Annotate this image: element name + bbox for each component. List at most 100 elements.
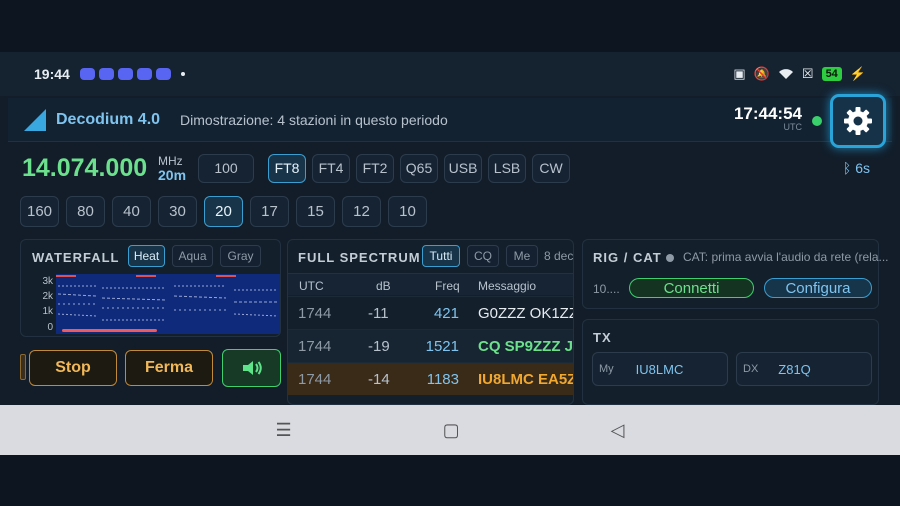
my-call-label: My <box>599 363 614 375</box>
cell-freq: 1183 <box>426 371 459 388</box>
column-message: Messaggio <box>478 279 537 293</box>
cell-utc: 1744 <box>298 305 332 322</box>
port-value[interactable]: 10.... <box>593 282 620 296</box>
gear-icon <box>844 107 872 135</box>
app-screen: 19:44 ▣ 🔕 ☒ 54 ⚡ Decodium 4.0 Dimostrazi… <box>0 0 900 506</box>
discord-icon <box>136 68 152 80</box>
cell-freq: 1521 <box>425 338 459 355</box>
audio-button[interactable] <box>222 349 281 387</box>
frequency-row: 14.074.000 MHz 20m 100 FT8 FT4 FT2 Q65 USB LS… <box>22 150 892 186</box>
home-icon[interactable]: ▢ <box>443 420 460 441</box>
mode-button-ft2[interactable]: FT2 <box>356 153 395 183</box>
band-button-30[interactable]: 30 <box>158 196 197 227</box>
mode-button-q65[interactable]: Q65 <box>400 153 439 183</box>
mode-button-ft4[interactable]: FT4 <box>312 153 351 183</box>
configure-button[interactable]: Configura <box>764 278 872 298</box>
band-indicator: MHz 20m <box>158 154 186 182</box>
palette-heat[interactable]: Heat <box>128 245 165 267</box>
top-black-bar <box>0 0 900 52</box>
waterfall-panel: WATERFALL Heat Aqua Gray 3k 2k 1k 0 <box>20 239 281 337</box>
my-call-value: IU8LMC <box>635 361 684 377</box>
dx-call-value: Z81Q <box>778 361 811 377</box>
stop-button[interactable]: Stop <box>29 350 117 386</box>
axis-label: 1k <box>42 306 53 317</box>
mode-button-cw[interactable]: CW <box>532 153 571 183</box>
palette-selector: Heat Aqua Gray <box>128 245 261 267</box>
band-button-160[interactable]: 160 <box>20 196 59 227</box>
decode-row[interactable]: 1744 -11 421 G0ZZZ OK1ZZ <box>288 296 573 329</box>
app-body: Decodium 4.0 Dimostrazione: 4 stazioni i… <box>0 94 900 405</box>
my-call-field[interactable]: My IU8LMC <box>592 352 728 386</box>
cell-db: -19 <box>368 338 390 355</box>
waterfall-display[interactable] <box>56 274 280 334</box>
band-button-10[interactable]: 10 <box>388 196 427 227</box>
band-label: 20m <box>158 167 187 183</box>
dx-call-label: DX <box>743 363 759 375</box>
utc-clock: 17:44:54 UTC <box>734 104 802 132</box>
decode-row[interactable]: 1744 -14 1183 IU8LMC EA5Z <box>288 362 574 395</box>
table-header: UTC dB Freq Messaggio <box>288 273 573 295</box>
cell-freq: 421 <box>433 305 459 322</box>
power-field[interactable]: 100 <box>198 153 255 183</box>
clock-time: 17:44:54 <box>733 104 802 123</box>
more-notifications-icon <box>180 72 185 76</box>
frequency-display[interactable]: 14.074.000 <box>22 154 152 183</box>
discord-icon <box>98 68 114 80</box>
axis-label: 3k <box>42 276 53 287</box>
back-icon[interactable]: ◁ <box>611 420 625 441</box>
band-button-12[interactable]: 12 <box>342 196 381 227</box>
sim-icon: ☒ <box>801 66 814 81</box>
status-time: 19:44 <box>34 66 70 82</box>
cell-msg: CQ SP9ZZZ J <box>478 338 574 355</box>
palette-gray[interactable]: Gray <box>220 245 261 267</box>
band-selector: 160 80 40 30 20 17 15 12 10 <box>20 196 427 227</box>
speaker-icon <box>242 361 262 375</box>
cell-utc: 1744 <box>298 338 332 355</box>
decode-row[interactable]: 1744 -19 1521 CQ SP9ZZZ J <box>288 329 574 362</box>
filter-tutti[interactable]: Tutti <box>422 245 460 267</box>
cell-utc: 1744 <box>298 371 332 388</box>
spectrum-title: FULL SPECTRUM <box>298 250 421 265</box>
cat-status-dot <box>666 254 674 262</box>
band-button-15[interactable]: 15 <box>296 196 335 227</box>
battery-level: 54 <box>821 67 842 81</box>
cell-db: -11 <box>368 305 389 322</box>
band-button-17[interactable]: 17 <box>250 196 289 227</box>
filter-me[interactable]: Me <box>506 245 538 267</box>
clock-zone: UTC <box>783 122 803 132</box>
cat-status-text: CAT: prima avvia l'audio da rete (rela..… <box>683 250 889 264</box>
android-status-bar: 19:44 ▣ 🔕 ☒ 54 ⚡ <box>0 52 900 96</box>
band-button-80[interactable]: 80 <box>66 196 105 227</box>
menu-icon[interactable]: ☰ <box>276 420 292 441</box>
discord-icon <box>79 68 95 80</box>
mode-button-lsb[interactable]: LSB <box>488 153 527 183</box>
connect-button[interactable]: Connetti <box>629 278 754 298</box>
cell-msg: IU8LMC EA5Z <box>478 371 574 388</box>
app-logo-icon <box>24 108 46 131</box>
mode-selector: FT8 FT4 FT2 Q65 USB LSB CW <box>268 153 571 183</box>
mode-button-usb[interactable]: USB <box>444 153 483 183</box>
tx-title: TX <box>593 330 612 345</box>
filter-cq[interactable]: CQ <box>467 245 499 267</box>
spectrum-panel: FULL SPECTRUM Tutti CQ Me 8 deco UTC dB Fr… <box>287 239 574 405</box>
band-button-20[interactable]: 20 <box>204 196 243 227</box>
axis-label: 0 <box>47 322 53 333</box>
android-nav-bar: ☰ ▢ ◁ <box>0 405 900 455</box>
bluetooth-icon: ᛒ <box>842 160 852 176</box>
charging-icon: ⚡ <box>849 66 866 81</box>
column-utc: UTC <box>299 279 324 293</box>
mode-button-ft8[interactable]: FT8 <box>268 153 307 183</box>
settings-button[interactable] <box>830 94 886 148</box>
waterfall-signals <box>56 274 280 334</box>
nfc-icon: ▣ <box>733 66 746 81</box>
palette-aqua[interactable]: Aqua <box>172 245 213 267</box>
band-button-40[interactable]: 40 <box>112 196 151 227</box>
app-header: Decodium 4.0 Dimostrazione: 4 stazioni i… <box>8 94 892 148</box>
tx-panel: TX My IU8LMC DX Z81Q <box>582 319 879 405</box>
ferma-button[interactable]: Ferma <box>125 350 213 386</box>
waterfall-title: WATERFALL <box>32 250 120 265</box>
discord-icon <box>117 68 133 80</box>
dx-call-field[interactable]: DX Z81Q <box>736 352 872 386</box>
bottom-black-bar <box>0 455 900 506</box>
frequency-unit: MHz <box>158 154 183 168</box>
